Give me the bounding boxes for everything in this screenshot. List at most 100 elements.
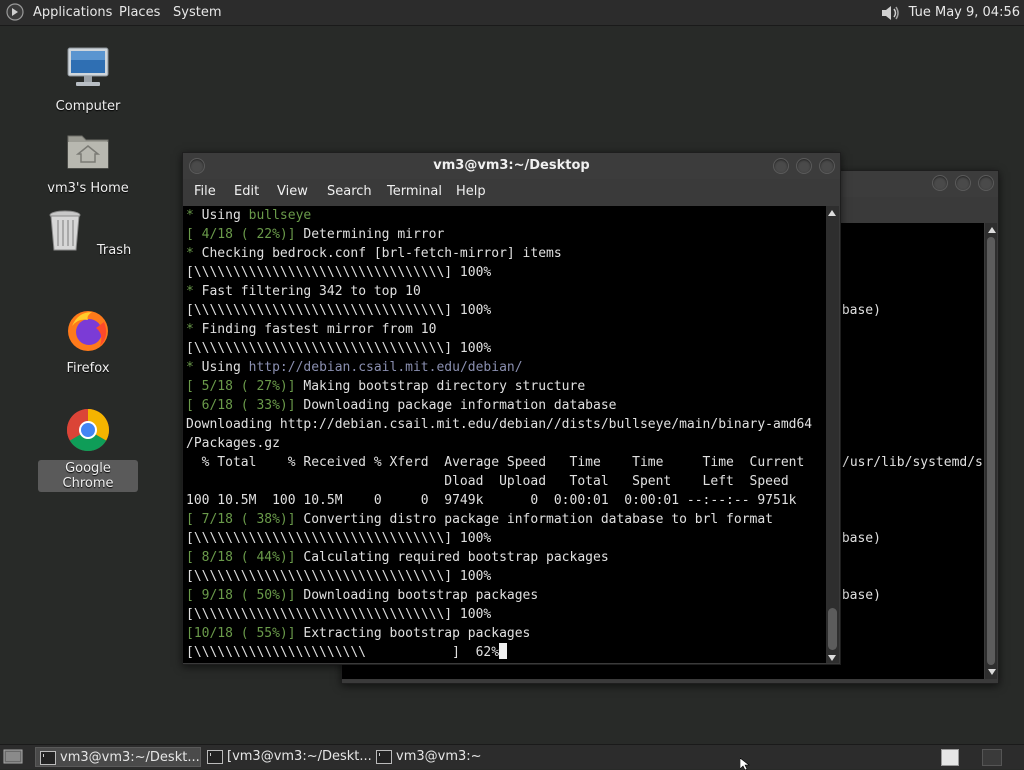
terminal-text: [\\\\\\\\\\\\\\\\\\\\\\\\\\\\\\\\] 100% [186, 303, 492, 318]
scroll-up-icon[interactable] [988, 227, 996, 233]
maximize-button[interactable] [955, 175, 971, 191]
terminal-line: abase) [834, 531, 881, 546]
terminal-line: [ 6/18 ( 33%)] Downloading package infor… [186, 396, 826, 415]
terminal-line: [ 7/18 ( 38%)] Converting distro package… [186, 510, 826, 529]
workspace-2[interactable] [982, 749, 1002, 766]
terminal-line: * Using bullseye [186, 206, 826, 225]
firefox-icon [68, 311, 108, 351]
menu-terminal[interactable]: Terminal [387, 179, 442, 205]
show-desktop-icon[interactable] [3, 748, 23, 765]
desktop-icon-label: vm3's Home [47, 181, 129, 196]
terminal-text: [\\\\\\\\\\\\\\\\\\\\\\\\\\\\\\\\] 100% [186, 341, 492, 356]
menu-help[interactable]: Help [456, 179, 486, 205]
terminal-line: [\\\\\\\\\\\\\\\\\\\\\\\\\\\\\\\\] 100% [186, 605, 826, 624]
desktop-icon-label: Google Chrome [38, 460, 138, 492]
terminal-icon [207, 750, 223, 764]
terminal-line: * Fast filtering 342 to top 10 [186, 282, 826, 301]
terminal-text: [\\\\\\\\\\\\\\\\\\\\\\\\\\\\\\\\] 100% [186, 265, 492, 280]
titlebar[interactable]: vm3@vm3:~/Desktop [183, 153, 840, 179]
scrollbar-thumb[interactable] [987, 237, 995, 665]
terminal-text: [\\\\\\\\\\\\\\\\\\\\\\\\\\\\\\\\] 100% [186, 531, 492, 546]
terminal-icon [40, 751, 56, 765]
terminal-text: * [186, 284, 202, 299]
terminal-line: abase) [834, 303, 881, 318]
terminal-line: /Packages.gz [186, 434, 826, 453]
volume-icon[interactable] [878, 2, 902, 24]
terminal-text: http://debian.csail.mit.edu/debian/ [248, 360, 523, 375]
desktop-icon-firefox[interactable]: Firefox [38, 306, 138, 377]
scroll-up-icon[interactable] [828, 210, 836, 216]
terminal-line: 100 10.5M 100 10.5M 0 0 9749k 0 0:00:01 … [186, 491, 826, 510]
desktop-icon-computer[interactable]: Computer [38, 44, 138, 115]
taskbar-item-label: vm3@vm3:~ [396, 749, 482, 764]
taskbar-item-label: vm3@vm3:~/Deskt... [60, 750, 200, 765]
applications-menu[interactable]: Applications [33, 0, 112, 25]
terminal-line: [\\\\\\\\\\\\\\\\\\\\\\ ] 62% [186, 643, 826, 662]
terminal-text: Converting distro package information da… [295, 512, 774, 527]
terminal-output[interactable]: * Using bullseye[ 4/18 ( 22%)] Determini… [183, 206, 826, 663]
terminal-line: % Total % Received % Xferd Average Speed… [186, 453, 826, 472]
desktop-icon-label: Trash [96, 243, 132, 258]
desktop-icon-trash[interactable]: Trash [38, 206, 138, 259]
terminal-text: Finding fastest mirror from 10 [201, 322, 437, 337]
terminal-line: [ 4/18 ( 22%)] Determining mirror [186, 225, 826, 244]
terminal-text: * [186, 322, 202, 337]
window-title: vm3@vm3:~/Desktop [433, 158, 590, 173]
clock[interactable]: Tue May 9, 04:56 [909, 0, 1020, 25]
terminal-line: [10/18 ( 55%)] Extracting bootstrap pack… [186, 624, 826, 643]
terminal-window[interactable]: vm3@vm3:~/Desktop File Edit View Search … [182, 152, 841, 665]
terminal-text: 100 10.5M 100 10.5M 0 0 9749k 0 0:00:01 … [186, 493, 797, 508]
system-menu[interactable]: System [173, 0, 221, 25]
terminal-text: [ 9/18 ( 50%)] [186, 588, 296, 603]
terminal-text: [\\\\\\\\\\\\\\\\\\\\\\ ] 62% [186, 645, 500, 660]
scroll-down-icon[interactable] [988, 669, 996, 675]
applications-menu-icon[interactable] [6, 3, 24, 21]
terminal-line: [\\\\\\\\\\\\\\\\\\\\\\\\\\\\\\\\] 100% [186, 339, 826, 358]
terminal-text: Using [201, 208, 249, 223]
terminal-line: * Finding fastest mirror from 10 [186, 320, 826, 339]
terminal-text: * [186, 246, 202, 261]
scrollbar-thumb[interactable] [828, 608, 837, 650]
close-button[interactable] [819, 158, 835, 174]
top-panel: Applications Places System Tue May 9, 04… [0, 0, 1024, 26]
terminal-text: Checking bedrock.conf [brl-fetch-mirror]… [201, 246, 562, 261]
menubar: File Edit View Search Terminal Help [183, 179, 840, 205]
bottom-panel: vm3@vm3:~/Deskt... [vm3@vm3:~/Deskt... v… [0, 744, 1024, 769]
scroll-down-icon[interactable] [828, 655, 836, 661]
terminal-text: Using [201, 360, 249, 375]
menu-view[interactable]: View [277, 179, 308, 205]
terminal-text: Downloading package information database [295, 398, 617, 413]
terminal-text: [ 4/18 ( 22%)] [186, 227, 296, 242]
terminal-line: * Using http://debian.csail.mit.edu/debi… [186, 358, 826, 377]
desktop-icon-home[interactable]: vm3's Home [38, 126, 138, 197]
taskbar-item[interactable]: [vm3@vm3:~/Deskt... [203, 747, 372, 767]
mouse-pointer-icon [740, 758, 750, 770]
terminal-text: Downloading bootstrap packages [295, 588, 539, 603]
trash-icon [49, 210, 81, 251]
menu-file[interactable]: File [194, 179, 216, 205]
terminal-text: /Packages.gz [186, 436, 280, 451]
scrollbar[interactable] [826, 206, 839, 663]
terminal-text: [ 8/18 ( 44%)] [186, 550, 296, 565]
terminal-line: [ 9/18 ( 50%)] Downloading bootstrap pac… [186, 586, 826, 605]
places-menu[interactable]: Places [119, 0, 160, 25]
workspace-switcher[interactable] [941, 749, 959, 766]
terminal-text: Determining mirror [295, 227, 445, 242]
menu-edit[interactable]: Edit [234, 179, 259, 205]
chrome-icon [66, 409, 110, 452]
taskbar-item[interactable]: vm3@vm3:~ [372, 747, 512, 767]
terminal-text: Fast filtering 342 to top 10 [201, 284, 421, 299]
home-folder-icon [67, 135, 109, 169]
menu-search[interactable]: Search [327, 179, 372, 205]
terminal-line: [\\\\\\\\\\\\\\\\\\\\\\\\\\\\\\\\] 100% [186, 301, 826, 320]
maximize-button[interactable] [796, 158, 812, 174]
close-button[interactable] [978, 175, 994, 191]
terminal-line: * Checking bedrock.conf [brl-fetch-mirro… [186, 244, 826, 263]
terminal-text: * [186, 208, 202, 223]
minimize-button[interactable] [773, 158, 789, 174]
desktop-icon-chrome[interactable]: Google Chrome [38, 406, 138, 492]
taskbar-item[interactable]: vm3@vm3:~/Deskt... [35, 747, 201, 767]
scrollbar[interactable] [985, 223, 997, 679]
minimize-button[interactable] [932, 175, 948, 191]
terminal-text: [\\\\\\\\\\\\\\\\\\\\\\\\\\\\\\\\] 100% [186, 607, 492, 622]
